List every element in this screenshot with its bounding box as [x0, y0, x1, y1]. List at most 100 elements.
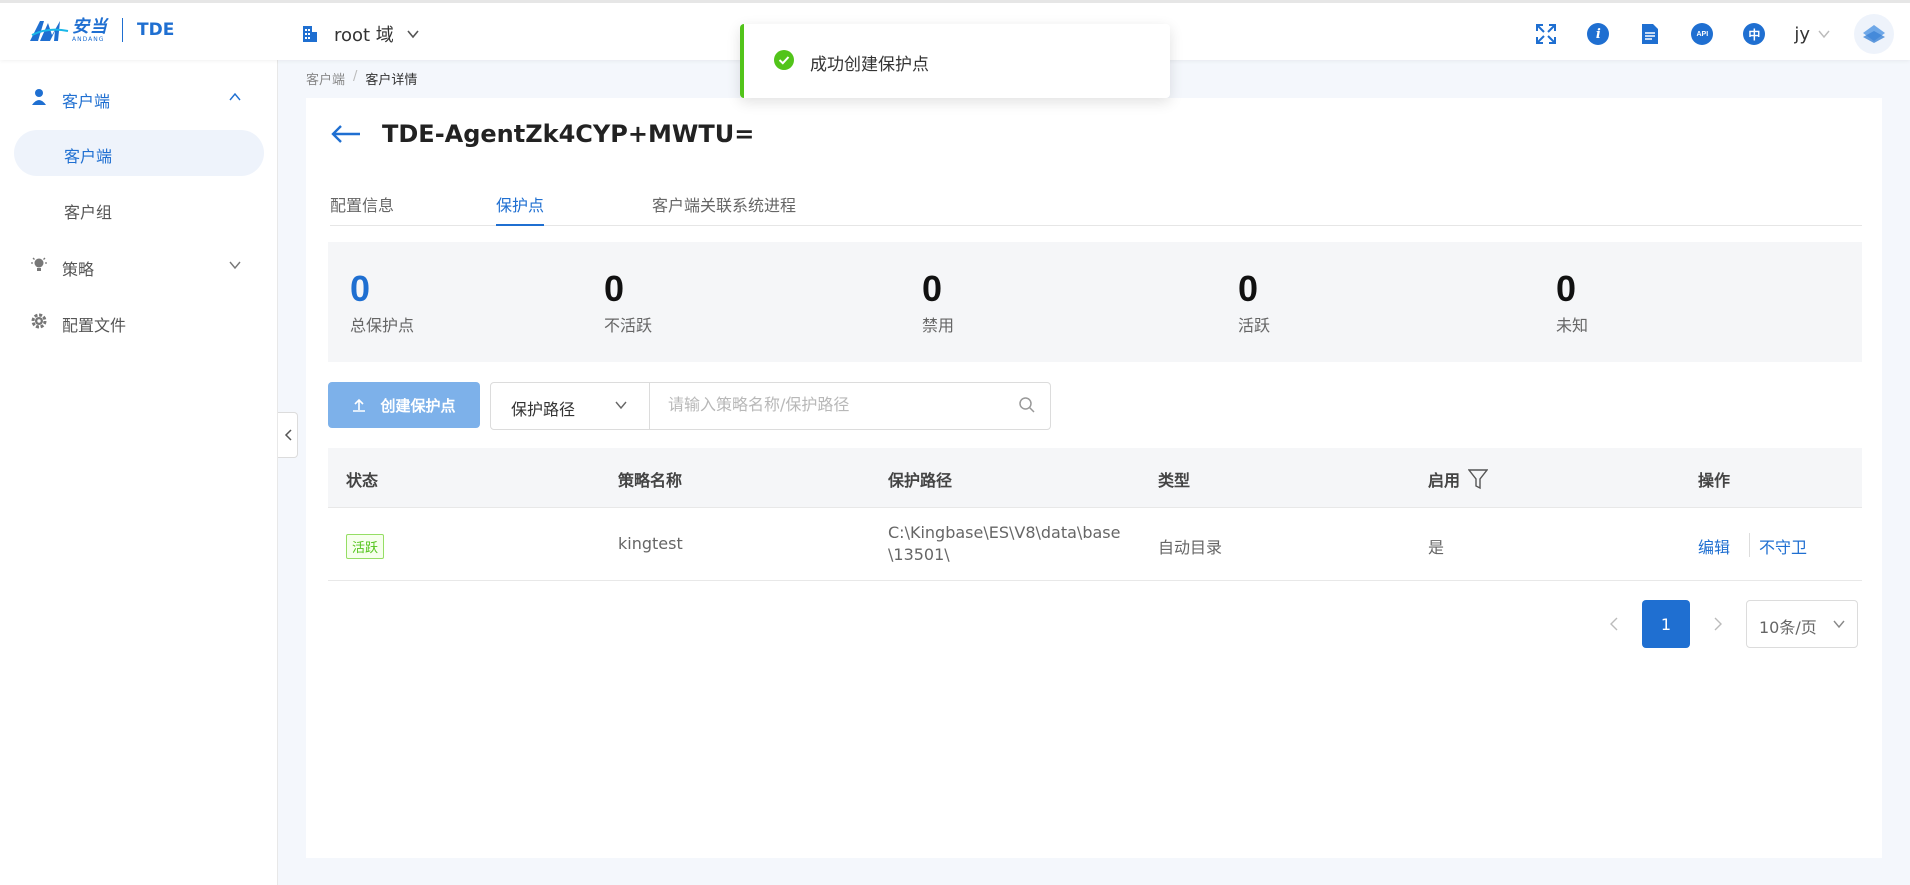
sidebar-group-label: 配置文件 [62, 316, 127, 335]
column-enabled-label: 启用 [1428, 471, 1461, 490]
logo-divider [122, 18, 123, 42]
username: jy [1794, 23, 1810, 45]
chevron-down-icon [229, 261, 241, 270]
stat-inactive: 0 不活跃 [604, 268, 652, 336]
stat-label: 不活跃 [604, 316, 653, 335]
check-circle-icon [774, 50, 794, 70]
tab-config-info[interactable]: 配置信息 [330, 192, 394, 226]
breadcrumb-separator: / [353, 69, 358, 84]
detail-card: TDE-AgentZk4CYP+MWTU= 配置信息 保护点 客户端关联系统进程… [306, 98, 1882, 858]
cell-policy-name: kingtest [618, 534, 683, 553]
brand-en: ANDANG [72, 35, 105, 43]
sidebar-collapse-toggle[interactable] [278, 412, 298, 458]
user-menu[interactable]: jy [1794, 24, 1830, 45]
tab-protection-points[interactable]: 保护点 [496, 192, 545, 226]
stat-value: 0 [604, 268, 625, 309]
stat-value: 0 [922, 268, 943, 309]
edit-link[interactable]: 编辑 [1698, 534, 1730, 558]
next-page-icon[interactable] [1712, 616, 1724, 632]
tabs: 配置信息 保护点 客户端关联系统进程 [330, 192, 1862, 226]
page-size-value: 10条/页 [1759, 618, 1817, 637]
path-line-1: C:\Kingbase\ES\V8\data\base [888, 523, 1121, 542]
domain-label: root 域 [334, 25, 394, 46]
stat-active: 0 活跃 [1238, 268, 1270, 336]
page-number-current[interactable]: 1 [1642, 600, 1690, 648]
stat-label: 未知 [1556, 316, 1589, 335]
stat-label: 禁用 [922, 316, 955, 335]
sidebar-group-config[interactable]: 配置文件 [0, 302, 278, 342]
building-icon [303, 26, 317, 42]
search-field-select[interactable]: 保护路径 [490, 382, 650, 430]
header-actions: i API 中 jy [1534, 14, 1910, 54]
product-name: TDE [137, 20, 175, 40]
api-icon[interactable]: API [1690, 22, 1714, 46]
info-icon[interactable]: i [1586, 22, 1610, 46]
table-row: 活跃 kingtest C:\Kingbase\ES\V8\data\base … [328, 508, 1862, 581]
column-policy-name: 策略名称 [618, 471, 683, 490]
stat-value: 0 [1556, 268, 1577, 309]
logo: 安当 ANDANG TDE [28, 17, 174, 43]
sidebar-group-client[interactable]: 客户端 [0, 78, 278, 118]
logo-mark-icon [30, 21, 69, 41]
chevron-down-icon [615, 401, 627, 410]
sidebar-group-label: 客户端 [62, 92, 111, 111]
language-icon[interactable]: 中 [1742, 22, 1766, 46]
column-protect-path: 保护路径 [888, 471, 953, 490]
bulb-icon [31, 257, 47, 271]
breadcrumb-item-client[interactable]: 客户端 [306, 69, 345, 88]
avatar-icon [1863, 25, 1885, 43]
avatar[interactable] [1854, 14, 1894, 54]
chevron-down-icon [407, 30, 419, 39]
fullscreen-icon[interactable] [1534, 22, 1558, 46]
sidebar: 客户端 客户端 客户组 策略 配置文件 [0, 60, 278, 885]
breadcrumb-item-current: 客户详情 [365, 73, 418, 88]
stat-value: 0 [1238, 268, 1259, 309]
page-title: TDE-AgentZk4CYP+MWTU= [382, 120, 755, 148]
stat-total: 0 总保护点 [350, 268, 414, 336]
sidebar-item-client-group[interactable]: 客户组 [14, 186, 264, 232]
document-icon[interactable] [1638, 22, 1662, 46]
breadcrumb: 客户端 / 客户详情 [306, 69, 417, 88]
create-button-label: 创建保护点 [380, 396, 456, 415]
upload-icon [353, 398, 366, 412]
select-value: 保护路径 [511, 400, 576, 419]
tab-system-processes[interactable]: 客户端关联系统进程 [652, 192, 796, 226]
back-arrow-icon[interactable] [330, 124, 362, 144]
language-label: 中 [1743, 23, 1766, 45]
brand-cn: 安当 [72, 16, 108, 37]
prev-page-icon[interactable] [1608, 616, 1620, 632]
page-size-select[interactable]: 10条/页 [1746, 600, 1858, 648]
sidebar-item-client[interactable]: 客户端 [14, 130, 264, 176]
chevron-down-icon [1833, 620, 1845, 629]
search-input[interactable] [668, 395, 1008, 414]
column-type: 类型 [1158, 471, 1191, 490]
chevron-up-icon [229, 92, 241, 101]
sidebar-group-policy[interactable]: 策略 [0, 246, 278, 286]
api-label: API [1691, 23, 1714, 45]
user-icon [32, 89, 46, 105]
stat-disabled: 0 禁用 [922, 268, 954, 336]
toolbar: 创建保护点 保护路径 [328, 382, 1128, 430]
chevron-down-icon [1818, 30, 1830, 39]
success-toast: 成功创建保护点 [740, 24, 1170, 98]
gear-icon [31, 313, 47, 329]
column-status: 状态 [346, 471, 379, 490]
protection-points-table: 状态 策略名称 保护路径 类型 启用 操作 活跃 kingtest C:\Kin… [328, 448, 1862, 581]
column-enabled: 启用 [1428, 467, 1489, 491]
sidebar-item-label: 客户端 [64, 147, 113, 166]
stat-unknown: 0 未知 [1556, 268, 1588, 336]
unguard-link[interactable]: 不守卫 [1759, 534, 1807, 558]
path-line-2: \13501\ [888, 545, 950, 564]
search-icon[interactable] [1018, 396, 1036, 414]
filter-icon[interactable] [1468, 468, 1489, 490]
search-box [649, 382, 1051, 430]
chevron-left-icon [284, 429, 292, 441]
stat-value: 0 [350, 268, 371, 309]
column-actions: 操作 [1698, 471, 1731, 490]
stat-label: 总保护点 [350, 316, 415, 335]
stat-label: 活跃 [1238, 316, 1271, 335]
domain-selector[interactable]: root 域 [300, 21, 420, 47]
cell-enabled: 是 [1428, 538, 1445, 557]
create-protection-point-button[interactable]: 创建保护点 [328, 382, 480, 428]
sidebar-group-label: 策略 [62, 260, 95, 279]
